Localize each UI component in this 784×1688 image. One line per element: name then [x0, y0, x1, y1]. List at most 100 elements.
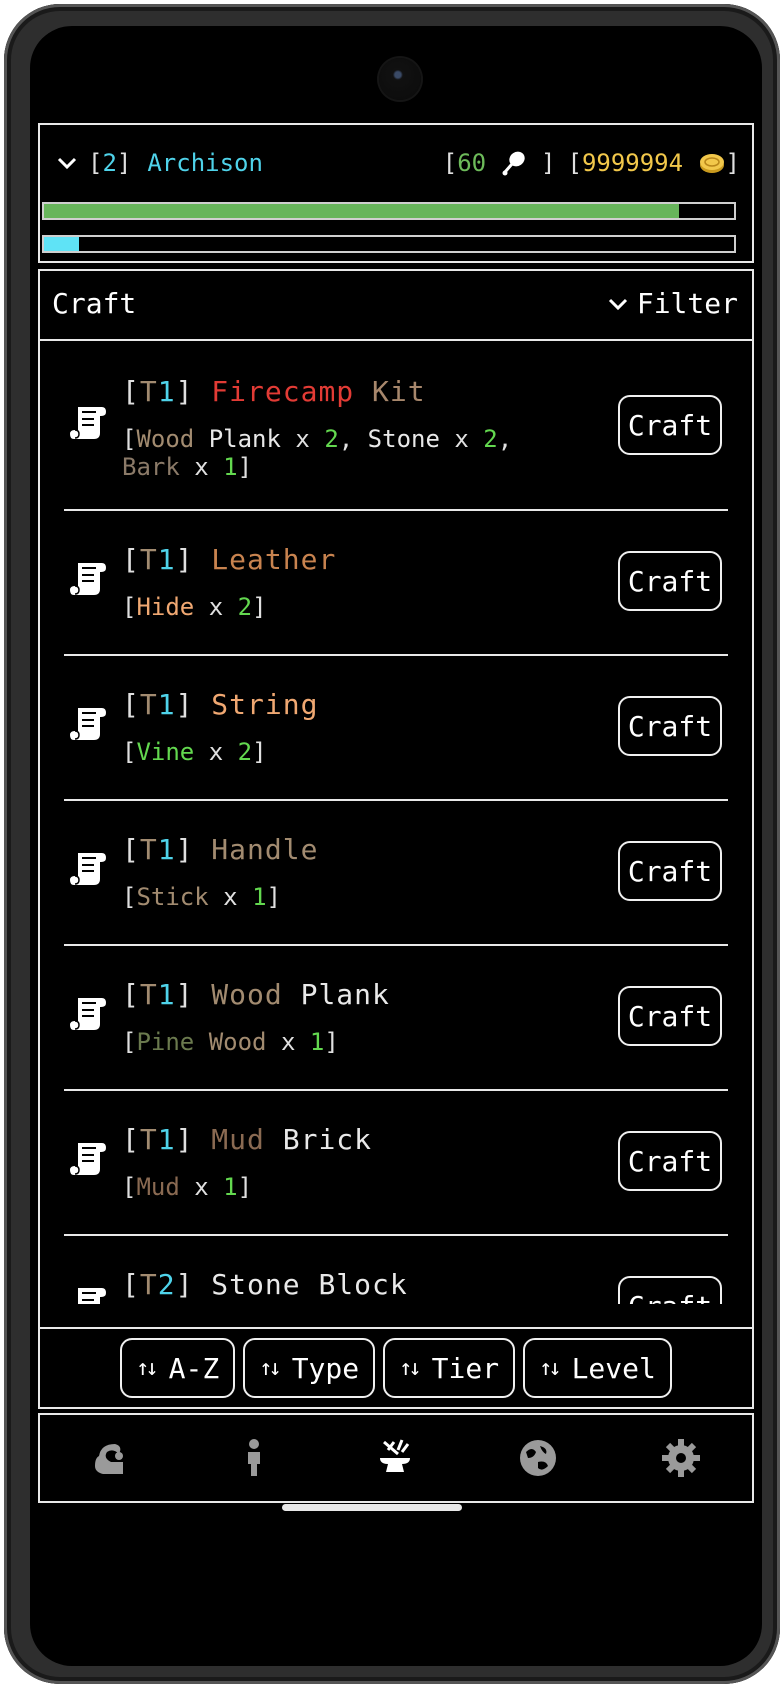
gold-close-bracket: ] — [725, 149, 740, 177]
recipe-item: [T1] Mud Brick [Mud x 1] Craft — [64, 1091, 728, 1236]
requirement-part: [ — [122, 883, 137, 911]
recipe-title: [T1] Leather — [122, 543, 336, 576]
requirement-part: x — [179, 1173, 224, 1201]
tier-bracket: ] — [175, 543, 212, 576]
filter-label: Filter — [636, 287, 738, 320]
recipe-item: [T1] Handle [Stick x 1] Craft — [64, 801, 728, 946]
craft-panel: Craft Filter [T1] Firecamp Kit [Wood Plan… — [38, 269, 754, 1409]
craft-button[interactable]: Craft — [618, 696, 722, 756]
level-open-bracket: [ — [88, 149, 103, 177]
scroll-icon — [70, 559, 108, 599]
character-stats-icon[interactable] — [89, 1436, 133, 1480]
sort-az-button[interactable]: ↑↓ A-Z — [120, 1338, 236, 1398]
recipe-title: [T1] String — [122, 688, 318, 721]
tier-letter: T — [139, 833, 158, 866]
recipe-list[interactable]: [T1] Firecamp Kit [Wood Plank x 2, Stone … — [40, 341, 752, 1304]
recipe-name-part: Firecamp — [211, 375, 355, 408]
requirement-part: x — [439, 425, 484, 453]
sort-bar: ↑↓ A-Z ↑↓ Type ↑↓ Tier ↑↓ Level — [40, 1327, 752, 1407]
craft-button[interactable]: Craft — [618, 1131, 722, 1191]
gold-stat: [9999994 ] — [567, 149, 740, 177]
requirement-part: ] — [237, 453, 253, 481]
sort-level-button[interactable]: ↑↓ Level — [523, 1338, 672, 1398]
recipe-name-part: Brick — [264, 1123, 373, 1156]
health-bar-fill — [44, 204, 679, 218]
screen: [2] Archison [60 ] [9999994] Craft Filt… — [30, 26, 762, 1666]
tier-bracket: [ — [122, 833, 140, 866]
tier-number: 1 — [157, 688, 176, 721]
sort-arrows-icon: ↑↓ — [136, 1355, 158, 1381]
recipe-item: [T1] Leather [Hide x 2] Craft — [64, 511, 728, 656]
craft-button[interactable]: Craft — [618, 395, 722, 455]
world-map-icon[interactable] — [516, 1436, 560, 1480]
tier-letter: T — [139, 1268, 158, 1301]
recipe-title: [T2] Stone Block — [122, 1268, 408, 1301]
requirement-part: 1 — [223, 453, 238, 481]
recipe-item: [T2] Stone Block Craft — [64, 1236, 728, 1304]
scroll-icon — [70, 1139, 108, 1179]
tier-bracket: ] — [175, 688, 212, 721]
craft-button[interactable]: Craft — [618, 551, 722, 611]
requirement-part: 2 — [324, 425, 339, 453]
requirement-part: , — [497, 425, 513, 453]
craft-button[interactable]: Craft — [618, 986, 722, 1046]
tier-number: 1 — [157, 978, 176, 1011]
filter-toggle[interactable]: Filter — [607, 287, 738, 320]
requirement-part: Plank — [194, 425, 281, 453]
requirement-part: ] — [252, 593, 267, 621]
tier-number: 2 — [157, 1268, 176, 1301]
tier-letter: T — [139, 543, 158, 576]
tier-bracket: ] — [175, 375, 212, 408]
requirement-part: [ — [122, 738, 137, 766]
home-indicator[interactable] — [282, 1504, 462, 1511]
bottom-navigation — [38, 1413, 754, 1503]
requirement-part: Mud — [136, 1173, 180, 1201]
requirement-part: ] — [324, 1028, 339, 1056]
chevron-down-icon[interactable] — [56, 152, 78, 174]
chevron-down-icon — [608, 298, 627, 310]
tier-letter: T — [139, 1123, 158, 1156]
experience-bar — [42, 235, 736, 253]
tier-bracket: [ — [122, 688, 140, 721]
sort-arrows-icon: ↑↓ — [259, 1355, 281, 1381]
recipe-name-part: Plank — [282, 978, 390, 1011]
tier-bracket: [ — [122, 978, 140, 1011]
sort-label: Tier — [431, 1351, 500, 1385]
recipe-title: [T1] Handle — [122, 833, 318, 866]
recipe-name-part: Leather — [211, 543, 337, 576]
recipe-requirements: [Stick x 1] — [122, 883, 532, 911]
recipe-name-part: Handle — [211, 833, 319, 866]
requirement-part: 2 — [483, 425, 498, 453]
requirement-part: Wood — [136, 425, 195, 453]
craft-button[interactable]: Craft — [618, 1276, 722, 1304]
sort-type-button[interactable]: ↑↓ Type — [243, 1338, 376, 1398]
requirement-part: ] — [266, 883, 281, 911]
resource-stats: [60 ] [9999994] — [443, 149, 740, 177]
settings-gear-icon[interactable] — [659, 1436, 703, 1480]
player-name: Archison — [147, 149, 263, 177]
level-close-bracket: ] — [116, 149, 132, 177]
recipe-requirements: [Vine x 2] — [122, 738, 532, 766]
tier-bracket: ] — [175, 1123, 212, 1156]
tier-number: 1 — [157, 1123, 176, 1156]
recipe-name-part: Mud — [211, 1123, 265, 1156]
requirement-part: [ — [122, 593, 137, 621]
requirement-part: 2 — [237, 593, 253, 621]
requirement-part: x — [194, 738, 238, 766]
recipe-title: [T1] Mud Brick — [122, 1123, 372, 1156]
requirement-part: Stick — [136, 883, 209, 911]
food-count: 60 — [457, 149, 487, 177]
front-camera — [379, 58, 421, 100]
requirement-part: x — [194, 593, 238, 621]
recipe-title: [T1] Wood Plank — [122, 978, 390, 1011]
sort-arrows-icon: ↑↓ — [399, 1355, 421, 1381]
tier-number: 1 — [157, 833, 176, 866]
anvil-craft-icon[interactable] — [374, 1436, 418, 1480]
recipe-item: [T1] String [Vine x 2] Craft — [64, 656, 728, 801]
requirement-part: 1 — [223, 1173, 238, 1201]
sort-tier-button[interactable]: ↑↓ Tier — [383, 1338, 516, 1398]
tier-bracket: ] — [175, 833, 212, 866]
craft-button[interactable]: Craft — [618, 841, 722, 901]
person-icon[interactable] — [232, 1436, 276, 1480]
sort-label: Type — [291, 1351, 360, 1385]
